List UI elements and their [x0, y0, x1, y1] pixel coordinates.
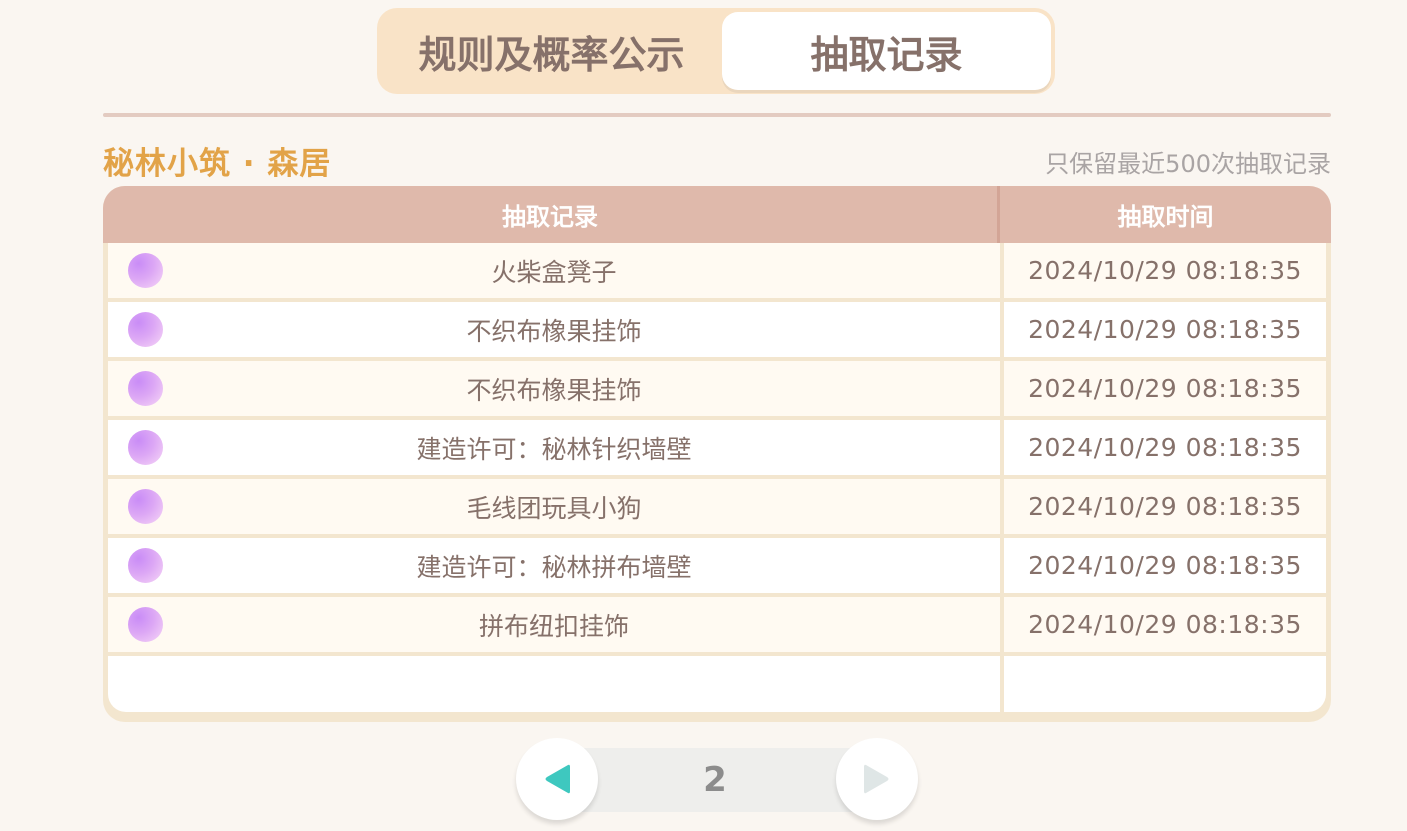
time-cell: 2024/10/29 08:18:35	[1004, 361, 1326, 416]
tab-bar: 规则及概率公示 抽取记录	[377, 8, 1055, 94]
table-row: 建造许可：秘林针织墙壁 2024/10/29 08:18:35	[108, 420, 1326, 475]
purple-orb-icon	[128, 371, 163, 406]
time-cell: 2024/10/29 08:18:35	[1004, 538, 1326, 593]
table-row: 不织布橡果挂饰 2024/10/29 08:18:35	[108, 302, 1326, 357]
item-cell: 建造许可：秘林拼布墙壁	[108, 538, 1000, 593]
table-row: 不织布橡果挂饰 2024/10/29 08:18:35	[108, 361, 1326, 416]
purple-orb-icon	[128, 430, 163, 465]
purple-orb-icon	[128, 253, 163, 288]
item-cell: 建造许可：秘林针织墙壁	[108, 420, 1000, 475]
item-name: 建造许可：秘林针织墙壁	[416, 434, 692, 464]
divider	[103, 113, 1331, 117]
tab-rules[interactable]: 规则及概率公示	[381, 12, 722, 90]
purple-orb-icon	[128, 312, 163, 347]
time-cell: 2024/10/29 08:18:35	[1004, 302, 1326, 357]
empty-row	[108, 656, 1326, 712]
item-name: 建造许可：秘林拼布墙壁	[416, 552, 692, 582]
purple-orb-icon	[128, 548, 163, 583]
records-table: 抽取记录 抽取时间 火柴盒凳子 2024/10/29 08:18:35 不织布橡果挂…	[103, 186, 1331, 722]
table-header: 抽取记录 抽取时间	[103, 186, 1331, 243]
tab-records[interactable]: 抽取记录	[721, 12, 1051, 90]
table-row: 拼布纽扣挂饰 2024/10/29 08:18:35	[108, 597, 1326, 652]
next-page-button[interactable]	[836, 738, 918, 820]
record-limit-note: 只保留最近500次抽取记录	[1045, 150, 1331, 178]
column-header-time: 抽取时间	[1117, 203, 1214, 231]
empty-item-cell	[108, 656, 1000, 712]
table-row: 建造许可：秘林拼布墙壁 2024/10/29 08:18:35	[108, 538, 1326, 593]
table-row: 火柴盒凳子 2024/10/29 08:18:35	[108, 243, 1326, 298]
purple-orb-icon	[128, 607, 163, 642]
item-name: 不织布橡果挂饰	[466, 375, 642, 405]
pool-title: 秘林小筑 · 森居	[103, 146, 332, 182]
time-cell: 2024/10/29 08:18:35	[1004, 243, 1326, 298]
item-name: 不织布橡果挂饰	[466, 316, 642, 346]
table-body: 火柴盒凳子 2024/10/29 08:18:35 不织布橡果挂饰 2024/10/2…	[108, 243, 1326, 712]
column-header-item: 抽取记录	[103, 186, 1000, 243]
page-number: 2	[703, 760, 727, 800]
item-cell: 不织布橡果挂饰	[108, 361, 1000, 416]
time-cell: 2024/10/29 08:18:35	[1004, 479, 1326, 534]
item-cell: 火柴盒凳子	[108, 243, 1000, 298]
item-name: 拼布纽扣挂饰	[478, 611, 629, 641]
time-cell: 2024/10/29 08:18:35	[1004, 420, 1326, 475]
triangle-left-icon	[545, 764, 570, 794]
time-cell: 2024/10/29 08:18:35	[1004, 597, 1326, 652]
table-row: 毛线团玩具小狗 2024/10/29 08:18:35	[108, 479, 1326, 534]
item-name: 火柴盒凳子	[491, 257, 617, 287]
prev-page-button[interactable]	[516, 738, 598, 820]
empty-time-cell	[1004, 656, 1326, 712]
purple-orb-icon	[128, 489, 163, 524]
item-cell: 毛线团玩具小狗	[108, 479, 1000, 534]
item-name: 毛线团玩具小狗	[466, 493, 642, 523]
triangle-right-icon	[864, 764, 889, 794]
item-cell: 不织布橡果挂饰	[108, 302, 1000, 357]
item-cell: 拼布纽扣挂饰	[108, 597, 1000, 652]
